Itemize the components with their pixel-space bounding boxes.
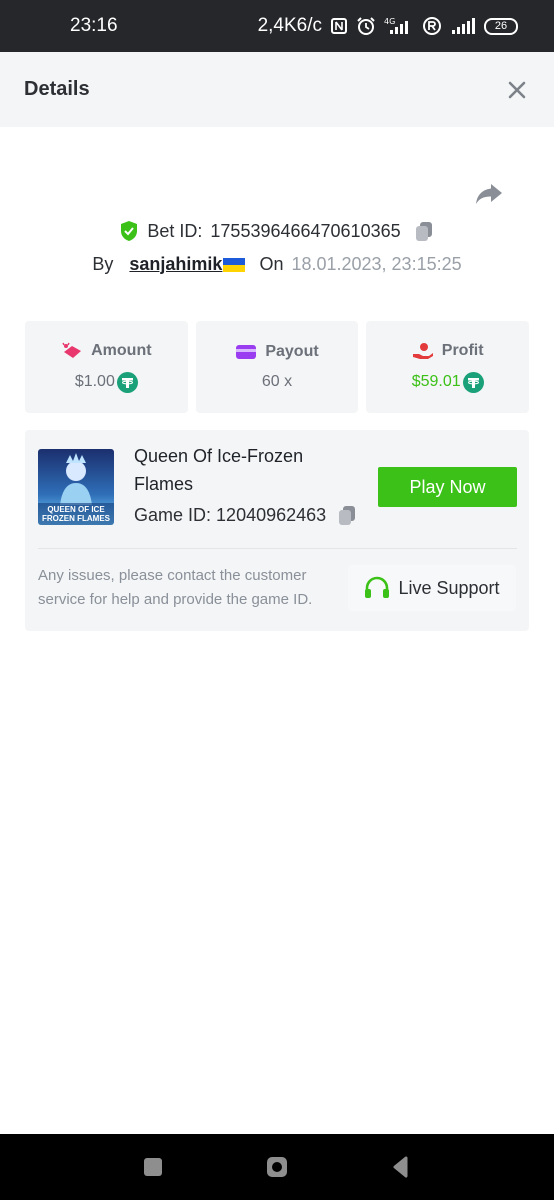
bet-id-value: 1755396466470610365: [210, 220, 401, 241]
battery-icon: 26: [484, 17, 518, 35]
game-thumbnail[interactable]: QUEEN OF ICE FROZEN FLAMES: [38, 449, 114, 525]
game-id-label: Game ID:: [134, 504, 212, 525]
copy-icon[interactable]: [413, 220, 435, 242]
back-button[interactable]: [389, 1155, 413, 1179]
play-now-button[interactable]: Play Now: [378, 467, 517, 507]
usdt-icon: [116, 371, 138, 393]
by-label: By: [92, 253, 114, 274]
game-card: QUEEN OF ICE FROZEN FLAMES Queen Of Ice-…: [25, 430, 529, 631]
usdt-icon: [462, 371, 484, 393]
amount-label: Amount: [91, 341, 152, 359]
on-label: On: [259, 253, 284, 274]
close-icon: [508, 81, 526, 98]
support-note: Any issues, please contact the customer …: [38, 567, 313, 608]
signal-icon: [450, 17, 476, 35]
payout-label: Payout: [265, 343, 319, 360]
amount-value: $1.00: [74, 373, 115, 390]
live-support-label: Live Support: [398, 577, 500, 598]
recents-icon: [144, 1158, 162, 1176]
thumbnail-title-line2: FROZEN FLAMES: [42, 514, 111, 523]
network-speed: 2,4K6/c: [257, 15, 322, 36]
game-id-value: 12040962463: [216, 504, 327, 525]
hand-coin-icon: [412, 342, 433, 359]
headset-icon: [365, 576, 390, 598]
divider: [38, 548, 517, 549]
bet-datetime: 18.01.2023, 23:15:25: [291, 253, 462, 274]
signal-4g-icon: 4G: [384, 16, 414, 36]
page-title: Details: [24, 78, 90, 100]
payout-value: 60 x: [261, 373, 293, 390]
registered-icon: [422, 16, 442, 36]
bet-id-label: Bet ID:: [147, 220, 203, 241]
profit-label: Profit: [441, 341, 484, 359]
share-icon: [476, 184, 502, 204]
profit-stat: Profit $59.01: [366, 321, 530, 413]
bet-stats: Amount $1.00 Payout 60 x Profit $59.01: [25, 321, 530, 413]
network-type-label: 4G: [384, 17, 395, 26]
verified-shield-icon: [121, 221, 138, 241]
details-header: Details: [0, 52, 554, 127]
ukraine-flag-icon: [223, 257, 246, 272]
game-title[interactable]: Queen Of Ice-Frozen Flames: [134, 442, 344, 498]
username-link[interactable]: sanjahimik: [129, 253, 246, 275]
bet-amount-icon: [62, 342, 82, 358]
status-icons: 2,4K6/c 4G 26: [258, 15, 518, 37]
copy-icon[interactable]: [336, 504, 358, 526]
home-button[interactable]: [265, 1155, 289, 1179]
thumbnail-title-line1: QUEEN OF ICE: [47, 505, 105, 514]
close-button[interactable]: [504, 77, 530, 103]
bet-author-row: By sanjahimik On 18.01.2023, 23:15:25: [0, 250, 554, 278]
status-bar: 23:16 2,4K6/c 4G 26: [0, 0, 554, 52]
system-nav-bar: [0, 1134, 554, 1200]
amount-stat: Amount $1.00: [25, 321, 188, 413]
status-time: 23:16: [70, 15, 118, 36]
live-support-button[interactable]: Live Support: [348, 565, 516, 611]
home-icon: [267, 1157, 287, 1177]
profit-value: $59.01: [411, 373, 461, 390]
nfc-icon: [330, 17, 348, 35]
card-icon: [236, 345, 257, 359]
game-id-row: Game ID: 12040962463: [134, 504, 358, 526]
recents-button[interactable]: [141, 1155, 165, 1179]
back-icon: [393, 1156, 408, 1178]
bet-id-row: Bet ID: 1755396466470610365: [0, 216, 554, 246]
share-button[interactable]: [474, 178, 504, 208]
username: sanjahimik: [129, 253, 223, 274]
alarm-icon: [356, 16, 376, 36]
payout-stat: Payout 60 x: [195, 321, 359, 413]
